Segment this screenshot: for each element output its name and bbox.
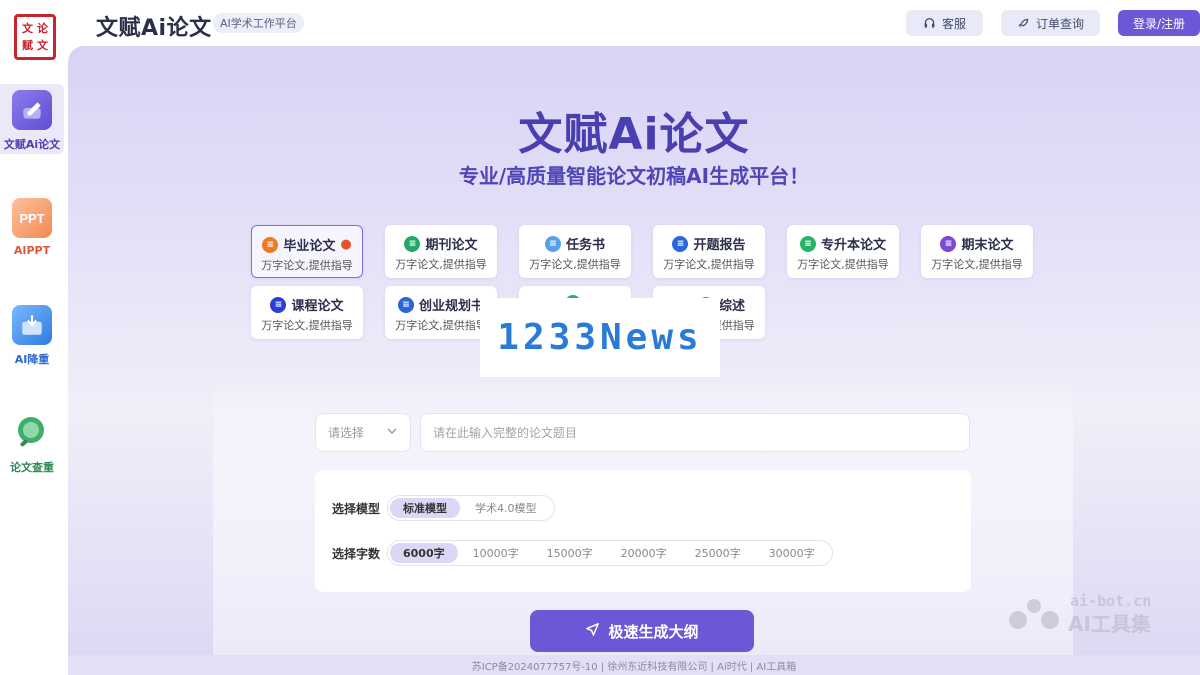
model-option[interactable]: 学术4.0模型 bbox=[462, 498, 550, 518]
card-title: 任务书 bbox=[565, 238, 605, 253]
logo-char: 文 bbox=[37, 39, 48, 52]
card-subtitle: 万字论文,提供指导 bbox=[261, 319, 353, 332]
paper-type-card-final[interactable]: ≡ 期末论文 万字论文,提供指导 bbox=[921, 225, 1033, 278]
site-watermark: ai-bot.cn AI工具集 bbox=[1004, 592, 1184, 638]
hero-subtitle: 专业/高质量智能论文初稿AI生成平台！ bbox=[458, 164, 810, 188]
paper-type-card-graduation[interactable]: ≡ 毕业论文 ● 万字论文,提供指导 bbox=[251, 225, 363, 278]
paper-type-card-course[interactable]: ≡ 课程论文 万字论文,提供指导 bbox=[251, 286, 363, 339]
logo-char: 文 bbox=[22, 22, 33, 35]
login-register-button[interactable]: 登录/注册 bbox=[1118, 10, 1200, 36]
sidebar-item-ai-rewrite[interactable]: AI降重 bbox=[0, 305, 64, 375]
word-count-option[interactable]: 15000字 bbox=[534, 543, 606, 563]
card-title: 毕业论文 bbox=[283, 239, 336, 254]
sidebar-item-label: AIPPT bbox=[13, 244, 51, 257]
document-icon: ≡ bbox=[262, 236, 279, 253]
sidebar-item-label: 文赋Ai论文 bbox=[3, 138, 61, 151]
card-subtitle: 万字论文,提供指导 bbox=[529, 258, 621, 271]
sidebar-item-aippt[interactable]: PPT AIPPT bbox=[0, 198, 64, 268]
logo-char: 论 bbox=[37, 22, 48, 35]
document-icon: ≡ bbox=[672, 235, 689, 252]
card-subtitle: 万字论文,提供指导 bbox=[797, 258, 889, 271]
word-count-label: 选择字数 bbox=[332, 546, 381, 561]
brand-tag: AI学术工作平台 bbox=[213, 13, 304, 33]
select-placeholder: 请选择 bbox=[328, 426, 365, 440]
paper-category-select[interactable]: 请选择 bbox=[315, 413, 411, 452]
document-icon: ≡ bbox=[544, 235, 561, 252]
support-label: 客服 bbox=[941, 16, 966, 31]
sidebar-item-label: 论文查重 bbox=[10, 461, 54, 474]
chevron-down-icon bbox=[386, 425, 398, 440]
card-subtitle: 万字论文,提供指导 bbox=[663, 258, 755, 271]
card-title: 课程论文 bbox=[291, 299, 344, 314]
sidebar: 文赋Ai论文 PPT AIPPT AI降重 论文查重 bbox=[0, 46, 68, 675]
sidebar-item-wenfu-paper[interactable]: 文赋Ai论文 bbox=[0, 84, 64, 154]
card-title: 期末论文 bbox=[961, 238, 1014, 253]
sidebar-item-plagiarism-check[interactable]: 论文查重 bbox=[0, 413, 64, 483]
paper-type-card-journal[interactable]: ≡ 期刊论文 万字论文,提供指导 bbox=[385, 225, 497, 278]
model-option[interactable]: 标准模型 bbox=[390, 498, 460, 518]
rocket-icon bbox=[1017, 16, 1031, 30]
word-count-option[interactable]: 25000字 bbox=[682, 543, 754, 563]
order-query-button[interactable]: 订单查询 bbox=[1001, 10, 1100, 36]
download-mail-icon bbox=[12, 305, 52, 345]
paw-logo-icon bbox=[1009, 599, 1059, 629]
support-button[interactable]: 客服 bbox=[906, 10, 983, 36]
document-icon: ≡ bbox=[397, 296, 414, 313]
model-row: 选择模型 标准模型 学术4.0模型 bbox=[332, 495, 555, 521]
generate-label: 极速生成大纲 bbox=[608, 622, 699, 641]
document-icon: ≡ bbox=[404, 235, 421, 252]
footer: 苏ICP备2024077757号-10 | 徐州东近科技有限公司 | Ai时代 … bbox=[68, 655, 1200, 675]
word-count-selector: 6000字 10000字 15000字 20000字 25000字 30000字 bbox=[387, 540, 833, 566]
card-title: 期刊论文 bbox=[425, 238, 478, 253]
paper-type-card-upgrade[interactable]: ≡ 专升本论文 万字论文,提供指导 bbox=[787, 225, 899, 278]
brand-title[interactable]: 文赋Ai论文 bbox=[96, 10, 212, 42]
ppt-icon: PPT bbox=[12, 198, 52, 238]
generate-outline-button[interactable]: 极速生成大纲 bbox=[530, 610, 754, 652]
options-panel: 选择模型 标准模型 学术4.0模型 选择字数 6000字 10000字 1500… bbox=[315, 470, 971, 592]
sidebar-item-label: AI降重 bbox=[14, 353, 50, 366]
topic-input[interactable] bbox=[433, 425, 957, 440]
word-count-option[interactable]: 10000字 bbox=[460, 543, 532, 563]
card-title: 创业规划书 bbox=[418, 299, 484, 314]
word-count-option[interactable]: 30000字 bbox=[756, 543, 828, 563]
card-subtitle: 万字论文,提供指导 bbox=[261, 259, 353, 272]
news-watermark: 1233News bbox=[480, 298, 720, 377]
logo-char: 赋 bbox=[22, 39, 33, 52]
document-icon: ≡ bbox=[270, 296, 287, 313]
paper-type-card-assignment[interactable]: ≡ 任务书 万字论文,提供指导 bbox=[519, 225, 631, 278]
word-count-option[interactable]: 20000字 bbox=[608, 543, 680, 563]
hero-title: 文赋Ai论文 bbox=[518, 109, 750, 160]
card-subtitle: 万字论文,提供指导 bbox=[931, 258, 1023, 271]
word-count-row: 选择字数 6000字 10000字 15000字 20000字 25000字 3… bbox=[332, 540, 833, 566]
magnifier-icon bbox=[12, 413, 52, 453]
top-header: 文 论 赋 文 文赋Ai论文 AI学术工作平台 客服 订单查询 登录/注册 bbox=[0, 0, 1200, 60]
model-selector: 标准模型 学术4.0模型 bbox=[387, 495, 555, 521]
topic-input-wrapper bbox=[420, 413, 970, 452]
model-label: 选择模型 bbox=[332, 501, 381, 516]
card-title: 专升本论文 bbox=[820, 238, 886, 253]
word-count-option[interactable]: 6000字 bbox=[390, 543, 458, 563]
logo-seal[interactable]: 文 论 赋 文 bbox=[14, 14, 56, 60]
card-title: 开题报告 bbox=[693, 238, 746, 253]
order-label: 订单查询 bbox=[1035, 16, 1084, 31]
document-icon: ≡ bbox=[799, 235, 816, 252]
send-icon bbox=[585, 622, 600, 641]
document-icon: ≡ bbox=[940, 235, 957, 252]
paper-type-card-proposal[interactable]: ≡ 开题报告 万字论文,提供指导 bbox=[653, 225, 765, 278]
site-name: AI工具集 bbox=[1068, 612, 1151, 636]
headset-icon bbox=[923, 16, 937, 30]
flame-icon: ● bbox=[340, 237, 352, 252]
card-subtitle: 万字论文,提供指导 bbox=[395, 258, 487, 271]
card-title: 综述 bbox=[718, 299, 745, 314]
pen-icon bbox=[12, 90, 52, 130]
